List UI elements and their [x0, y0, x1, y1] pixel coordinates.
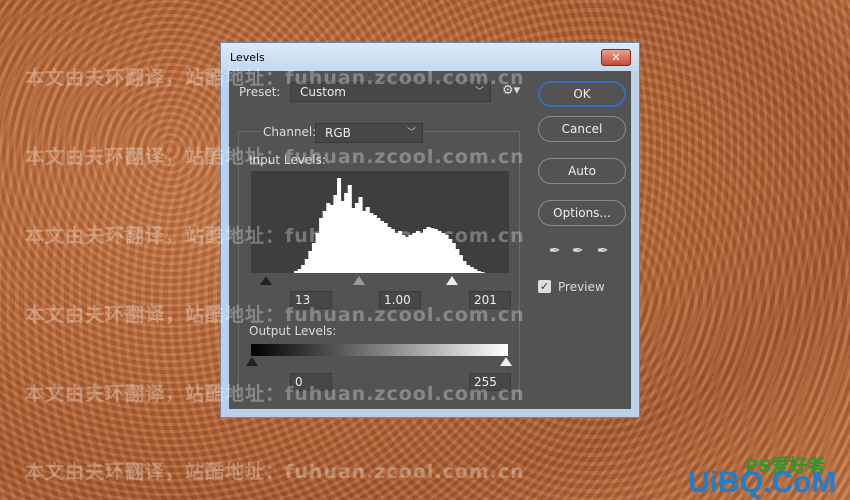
histogram-bin	[358, 197, 363, 273]
histogram-bin	[462, 261, 467, 273]
histogram-bin	[347, 185, 352, 273]
histogram-bin	[344, 193, 349, 273]
histogram-bin	[444, 235, 449, 273]
histogram-bin	[390, 229, 395, 273]
close-button[interactable]: ✕	[601, 49, 631, 66]
histogram-bin	[415, 231, 420, 273]
dialog-title: Levels	[230, 51, 265, 64]
histogram-bin	[362, 211, 367, 273]
histogram-bin	[476, 271, 481, 273]
cancel-button[interactable]: Cancel	[538, 116, 626, 142]
histogram-bin	[340, 201, 345, 273]
site-logo: UiBQ.CoM	[688, 466, 837, 499]
output-white-slider[interactable]	[500, 357, 512, 366]
histogram-bin	[394, 233, 399, 273]
output-levels-label: Output Levels:	[249, 324, 337, 338]
histogram-bin	[466, 265, 471, 273]
histogram-bin	[448, 239, 453, 273]
preview-checkbox[interactable]: ✓	[538, 280, 551, 293]
histogram-bin	[354, 203, 359, 273]
output-black-field[interactable]: 0	[290, 373, 332, 391]
histogram-bin	[455, 249, 460, 273]
output-gradient	[251, 344, 508, 356]
histogram-bin	[397, 231, 402, 273]
gray-eyedropper-icon[interactable]: ✒	[572, 243, 584, 259]
histogram-bin	[322, 211, 327, 273]
histogram-bin	[329, 205, 334, 273]
histogram-bin	[433, 229, 438, 273]
levels-dialog: Levels ✕ Preset: Custom ﹀ ⚙▾ OK Cancel Au…	[220, 42, 640, 418]
histogram-bin	[337, 178, 342, 273]
input-white-slider[interactable]	[446, 276, 458, 285]
histogram-bin	[369, 213, 374, 273]
histogram-bin	[405, 237, 410, 273]
preset-label: Preset:	[239, 85, 281, 99]
histogram-bin	[408, 235, 413, 273]
output-black-slider[interactable]	[246, 357, 258, 366]
input-gamma-field[interactable]: 1.00	[379, 291, 421, 309]
histogram-bin	[412, 233, 417, 273]
histogram-bin	[473, 269, 478, 273]
options-button[interactable]: Options...	[538, 200, 626, 226]
histogram-bin	[294, 271, 299, 273]
output-white-field[interactable]: 255	[469, 373, 511, 391]
histogram-bin	[351, 208, 356, 273]
input-black-slider[interactable]	[260, 276, 272, 285]
histogram-bin	[419, 233, 424, 273]
histogram-bin	[311, 243, 316, 273]
preset-value: Custom	[300, 85, 346, 99]
histogram-bin	[458, 255, 463, 273]
histogram-bin	[315, 233, 320, 273]
channel-label: Channel:	[261, 125, 319, 139]
histogram-bin	[308, 251, 313, 273]
channel-select[interactable]: RGB ﹀	[315, 123, 423, 143]
white-eyedropper-icon[interactable]: ✒	[597, 243, 609, 259]
ok-button[interactable]: OK	[538, 81, 626, 107]
histogram-bin	[440, 233, 445, 273]
preview-label: Preview	[558, 280, 605, 294]
histogram-bin	[480, 272, 485, 273]
input-white-field[interactable]: 201	[469, 291, 511, 309]
histogram-bin	[469, 267, 474, 273]
histogram-bin	[401, 235, 406, 273]
histogram-bin	[372, 215, 377, 273]
input-black-field[interactable]: 13	[290, 291, 332, 309]
chevron-down-icon: ﹀	[406, 128, 416, 138]
histogram-bin	[333, 195, 338, 273]
histogram-bin	[380, 221, 385, 273]
histogram	[251, 171, 509, 273]
title-bar[interactable]: Levels ✕	[221, 43, 639, 71]
histogram-bin	[326, 203, 331, 273]
input-levels-label: Input Levels:	[249, 153, 326, 167]
histogram-bin	[387, 227, 392, 273]
histogram-bin	[426, 227, 431, 273]
histogram-bin	[304, 259, 309, 273]
preset-select[interactable]: Custom ﹀	[290, 82, 491, 102]
histogram-bin	[297, 269, 302, 273]
channel-value: RGB	[325, 126, 351, 140]
histogram-bin	[430, 228, 435, 273]
histogram-bin	[365, 207, 370, 273]
histogram-bin	[301, 265, 306, 273]
dialog-body: Preset: Custom ﹀ ⚙▾ OK Cancel Auto Option…	[229, 71, 631, 409]
histogram-bin	[376, 218, 381, 273]
gear-icon[interactable]: ⚙▾	[502, 83, 520, 98]
black-eyedropper-icon[interactable]: ✒	[549, 243, 561, 259]
histogram-bin	[383, 223, 388, 273]
chevron-down-icon: ﹀	[474, 87, 484, 97]
histogram-bin	[451, 243, 456, 273]
histogram-bin	[423, 229, 428, 273]
auto-button[interactable]: Auto	[538, 158, 626, 184]
histogram-bin	[437, 231, 442, 273]
histogram-bin	[319, 218, 324, 273]
input-gamma-slider[interactable]	[353, 276, 365, 285]
